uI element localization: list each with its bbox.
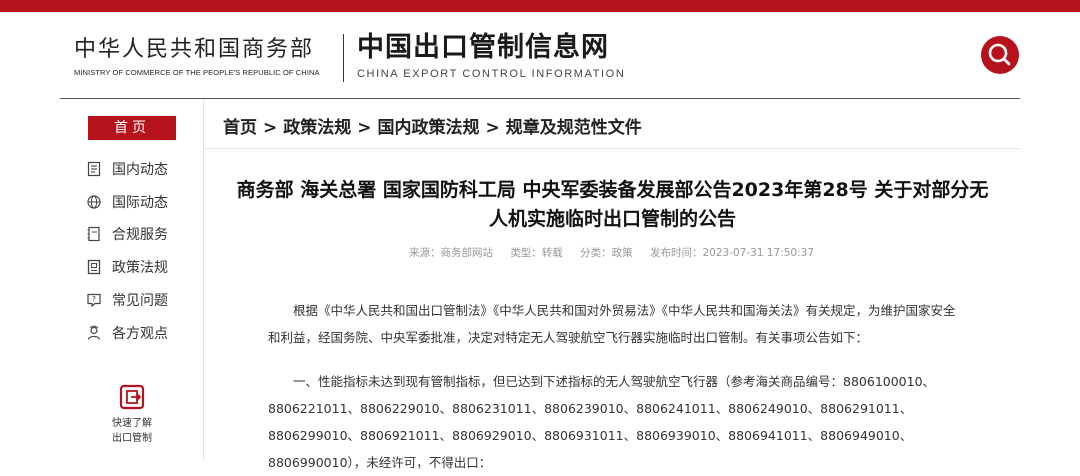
ministry-logo[interactable]: 中华人民共和国商务部 MINISTRY OF COMMERCE OF THE P… — [74, 36, 320, 77]
sidebar-item-faq[interactable]: ? 常见问题 — [86, 289, 168, 311]
breadcrumb-domestic-policies[interactable]: 国内政策法规 — [378, 118, 480, 138]
sidebar-item-viewpoints[interactable]: 各方观点 — [86, 322, 168, 344]
content-divider — [203, 148, 1020, 149]
breadcrumb: 首页 > 政策法规 > 国内政策法规 > 规章及规范性文件 — [223, 113, 642, 138]
top-accent-bar — [0, 0, 1080, 12]
svg-text:?: ? — [92, 295, 96, 304]
article-meta: 来源：商务部网站 类型：转载 分类：政策 发布时间：2023-07-31 17:… — [203, 245, 1020, 260]
sidebar-item-domestic-news[interactable]: 国内动态 — [86, 158, 168, 180]
ministry-name-cn: 中华人民共和国商务部 — [74, 37, 315, 62]
article-title: 商务部 海关总署 国家国防科工局 中央军委装备发展部公告2023年第28号 关于… — [236, 179, 989, 230]
article-source: 来源：商务部网站 — [408, 247, 493, 259]
question-icon: ? — [86, 292, 102, 308]
breadcrumb-separator: > — [263, 118, 278, 138]
breadcrumb-separator: > — [485, 118, 500, 138]
article-published-time: 发布时间：2023-07-31 17:50:37 — [650, 247, 815, 259]
breadcrumb-policies[interactable]: 政策法规 — [283, 118, 351, 138]
quick-link-label-line2: 出口管制 — [112, 433, 152, 444]
article-type: 类型：转载 — [510, 247, 563, 259]
book-icon — [86, 259, 102, 275]
people-icon — [86, 325, 102, 341]
sidebar-item-compliance-services[interactable]: 合规服务 — [86, 223, 168, 245]
site-name-en: CHINA EXPORT CONTROL INFORMATION — [357, 68, 626, 80]
site-logo[interactable]: 中国出口管制信息网 CHINA EXPORT CONTROL INFORMATI… — [357, 32, 625, 80]
breadcrumb-home[interactable]: 首页 — [223, 118, 257, 138]
sidebar-item-label: 合规服务 — [112, 227, 168, 243]
sidebar-item-label: 国际动态 — [112, 195, 168, 211]
breadcrumb-regulations[interactable]: 规章及规范性文件 — [506, 118, 642, 138]
ministry-name-en: MINISTRY OF COMMERCE OF THE PEOPLE'S REP… — [74, 68, 320, 77]
header-rule — [60, 98, 1020, 99]
search-icon — [988, 43, 1011, 66]
search-button[interactable] — [981, 36, 1019, 74]
sidebar-item-policies[interactable]: 政策法规 — [86, 256, 168, 278]
sidebar-item-label: 各方观点 — [112, 326, 168, 342]
sidebar: 首页 国内动态 国际动态 合规服务 政策法规 ? 常见问题 各方观点 快速了解 … — [60, 99, 204, 460]
notebook-icon — [86, 226, 102, 242]
quick-learn-export-control[interactable]: 快速了解 出口管制 — [106, 384, 158, 446]
article-paragraph: 根据《中华人民共和国出口管制法》《中华人民共和国对外贸易法》《中华人民共和国海关… — [268, 303, 956, 345]
site-header: 中华人民共和国商务部 MINISTRY OF COMMERCE OF THE P… — [0, 12, 1080, 98]
sidebar-item-international-news[interactable]: 国际动态 — [86, 191, 168, 213]
document-icon — [86, 161, 102, 177]
sidebar-home-button[interactable]: 首页 — [88, 116, 176, 140]
sidebar-item-label: 国内动态 — [112, 162, 168, 178]
breadcrumb-separator: > — [357, 118, 372, 138]
article-category: 分类：政策 — [580, 247, 633, 259]
sidebar-item-label: 政策法规 — [112, 260, 168, 276]
header-divider — [343, 34, 344, 82]
export-control-icon — [119, 384, 145, 410]
quick-link-label-line1: 快速了解 — [112, 418, 152, 429]
site-name-cn: 中国出口管制信息网 — [357, 32, 609, 63]
globe-icon — [86, 194, 102, 210]
sidebar-item-label: 常见问题 — [112, 293, 168, 309]
